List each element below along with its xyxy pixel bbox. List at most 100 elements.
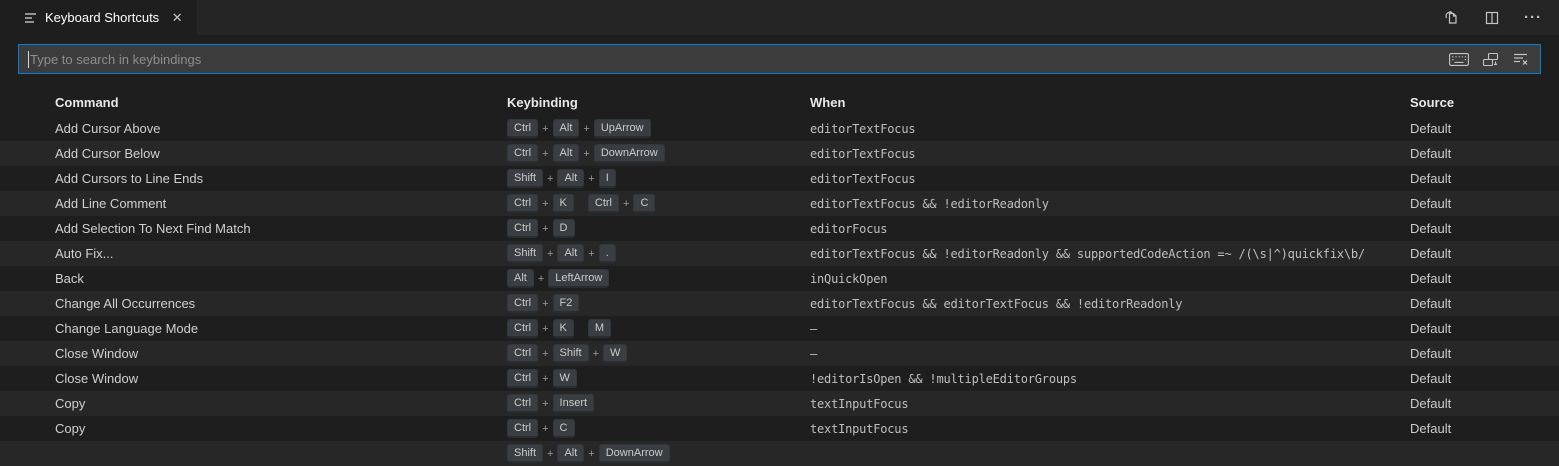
key-chip: Alt — [557, 444, 584, 463]
when-cell: editorTextFocus && !editorReadonly && su… — [810, 247, 1410, 261]
table-row[interactable]: Auto Fix... Shift+Alt+. editorTextFocus … — [0, 241, 1559, 266]
key-plus-separator: + — [542, 323, 548, 335]
command-cell: Back — [55, 271, 507, 286]
clear-search-icon[interactable] — [1510, 48, 1532, 70]
when-cell: editorTextFocus — [810, 122, 1410, 136]
keybinding-cell: Ctrl+W — [507, 369, 810, 388]
open-keybindings-json-icon[interactable] — [1441, 8, 1461, 28]
keybinding-cell: Alt+LeftArrow — [507, 269, 810, 288]
key-plus-separator: + — [542, 348, 548, 360]
sort-by-precedence-icon[interactable] — [1479, 48, 1501, 70]
table-row[interactable]: Change All Occurrences Ctrl+F2 editorTex… — [0, 291, 1559, 316]
source-cell: Default — [1410, 171, 1559, 186]
search-box[interactable] — [18, 44, 1541, 74]
when-cell: editorTextFocus — [810, 147, 1410, 161]
command-cell: Add Selection To Next Find Match — [55, 221, 507, 236]
key-chip: F2 — [553, 294, 580, 313]
key-plus-separator: + — [588, 248, 594, 260]
table-header-row: Command Keybinding When Source — [0, 88, 1559, 116]
key-plus-separator: + — [588, 448, 594, 460]
keybinding-cell: Shift+Alt+I — [507, 169, 810, 188]
key-chip: Ctrl — [507, 219, 538, 238]
editor-actions: ··· — [1441, 0, 1559, 35]
key-chip: Ctrl — [507, 319, 538, 338]
keybinding-cell: Shift+Alt+. — [507, 244, 810, 263]
search-input[interactable] — [30, 52, 1448, 67]
keybinding-cell: Ctrl+Alt+DownArrow — [507, 144, 810, 163]
text-caret — [28, 51, 29, 68]
keybinding-cell: Ctrl+C — [507, 419, 810, 438]
source-cell: Default — [1410, 396, 1559, 411]
source-cell: Default — [1410, 196, 1559, 211]
keybindings-table-body: Add Cursor Above Ctrl+Alt+UpArrow editor… — [0, 116, 1559, 466]
command-cell: Add Cursors to Line Ends — [55, 171, 507, 186]
table-row[interactable]: Back Alt+LeftArrow inQuickOpen Default — [0, 266, 1559, 291]
record-keys-icon[interactable] — [1448, 48, 1470, 70]
table-row[interactable]: Add Cursors to Line Ends Shift+Alt+I edi… — [0, 166, 1559, 191]
header-keybinding: Keybinding — [507, 95, 810, 110]
command-cell: Change Language Mode — [55, 321, 507, 336]
key-plus-separator: + — [542, 298, 548, 310]
key-chip: Ctrl — [507, 294, 538, 313]
key-plus-separator: + — [588, 173, 594, 185]
when-cell: editorFocus — [810, 222, 1410, 236]
header-when: When — [810, 95, 1410, 110]
source-cell: Default — [1410, 246, 1559, 261]
key-chip: Ctrl — [507, 194, 538, 213]
when-cell: inQuickOpen — [810, 272, 1410, 286]
table-row[interactable]: Add Selection To Next Find Match Ctrl+D … — [0, 216, 1559, 241]
table-row[interactable]: Add Line Comment Ctrl+KCtrl+C editorText… — [0, 191, 1559, 216]
key-plus-separator: + — [547, 173, 553, 185]
key-chip: Shift — [507, 244, 543, 263]
key-chip: . — [599, 244, 616, 263]
table-row[interactable]: Shift+Alt+DownArrow — [0, 441, 1559, 466]
split-editor-icon[interactable] — [1482, 8, 1502, 28]
key-chip: C — [553, 419, 575, 438]
when-cell: — — [810, 322, 1410, 336]
command-cell: Copy — [55, 421, 507, 436]
close-icon[interactable]: ✕ — [169, 10, 185, 26]
key-chip: I — [599, 169, 616, 188]
search-toolbar — [1448, 48, 1532, 70]
key-plus-separator: + — [547, 448, 553, 460]
keybinding-cell: Ctrl+D — [507, 219, 810, 238]
key-chip: LeftArrow — [548, 269, 609, 288]
key-plus-separator: + — [583, 148, 589, 160]
when-cell: editorTextFocus && !editorReadonly — [810, 197, 1410, 211]
more-actions-icon[interactable]: ··· — [1523, 8, 1543, 28]
key-chip: Shift — [553, 344, 589, 363]
command-cell: Copy — [55, 396, 507, 411]
key-chip: Ctrl — [507, 144, 538, 163]
tab-keyboard-shortcuts[interactable]: Keyboard Shortcuts ✕ — [0, 0, 197, 35]
key-chip: Ctrl — [588, 194, 619, 213]
key-plus-separator: + — [623, 198, 629, 210]
key-plus-separator: + — [593, 348, 599, 360]
source-cell: Default — [1410, 221, 1559, 236]
key-plus-separator: + — [542, 398, 548, 410]
table-row[interactable]: Copy Ctrl+Insert textInputFocus Default — [0, 391, 1559, 416]
key-chip: W — [603, 344, 627, 363]
when-cell: textInputFocus — [810, 397, 1410, 411]
key-chip: K — [553, 319, 574, 338]
table-row[interactable]: Add Cursor Below Ctrl+Alt+DownArrow edit… — [0, 141, 1559, 166]
when-cell: !editorIsOpen && !multipleEditorGroups — [810, 372, 1410, 386]
key-chip: Insert — [553, 394, 595, 413]
search-section — [0, 35, 1559, 74]
key-chip: Ctrl — [507, 344, 538, 363]
source-cell: Default — [1410, 321, 1559, 336]
table-row[interactable]: Close Window Ctrl+Shift+W — Default — [0, 341, 1559, 366]
key-chip: Alt — [553, 144, 580, 163]
table-row[interactable]: Close Window Ctrl+W !editorIsOpen && !mu… — [0, 366, 1559, 391]
source-cell: Default — [1410, 421, 1559, 436]
source-cell: Default — [1410, 346, 1559, 361]
key-chip: M — [588, 319, 611, 338]
key-chip: Alt — [507, 269, 534, 288]
table-row[interactable]: Change Language Mode Ctrl + KM — Default — [0, 316, 1559, 341]
key-chip: W — [553, 369, 577, 388]
table-row[interactable]: Copy Ctrl+C textInputFocus Default — [0, 416, 1559, 441]
keybinding-cell: Shift+Alt+DownArrow — [507, 444, 810, 463]
keybindings-editor-icon — [24, 11, 38, 25]
keybinding-cell: Ctrl + F2 — [507, 294, 810, 313]
tab-bar-spacer — [197, 0, 1441, 35]
table-row[interactable]: Add Cursor Above Ctrl+Alt+UpArrow editor… — [0, 116, 1559, 141]
